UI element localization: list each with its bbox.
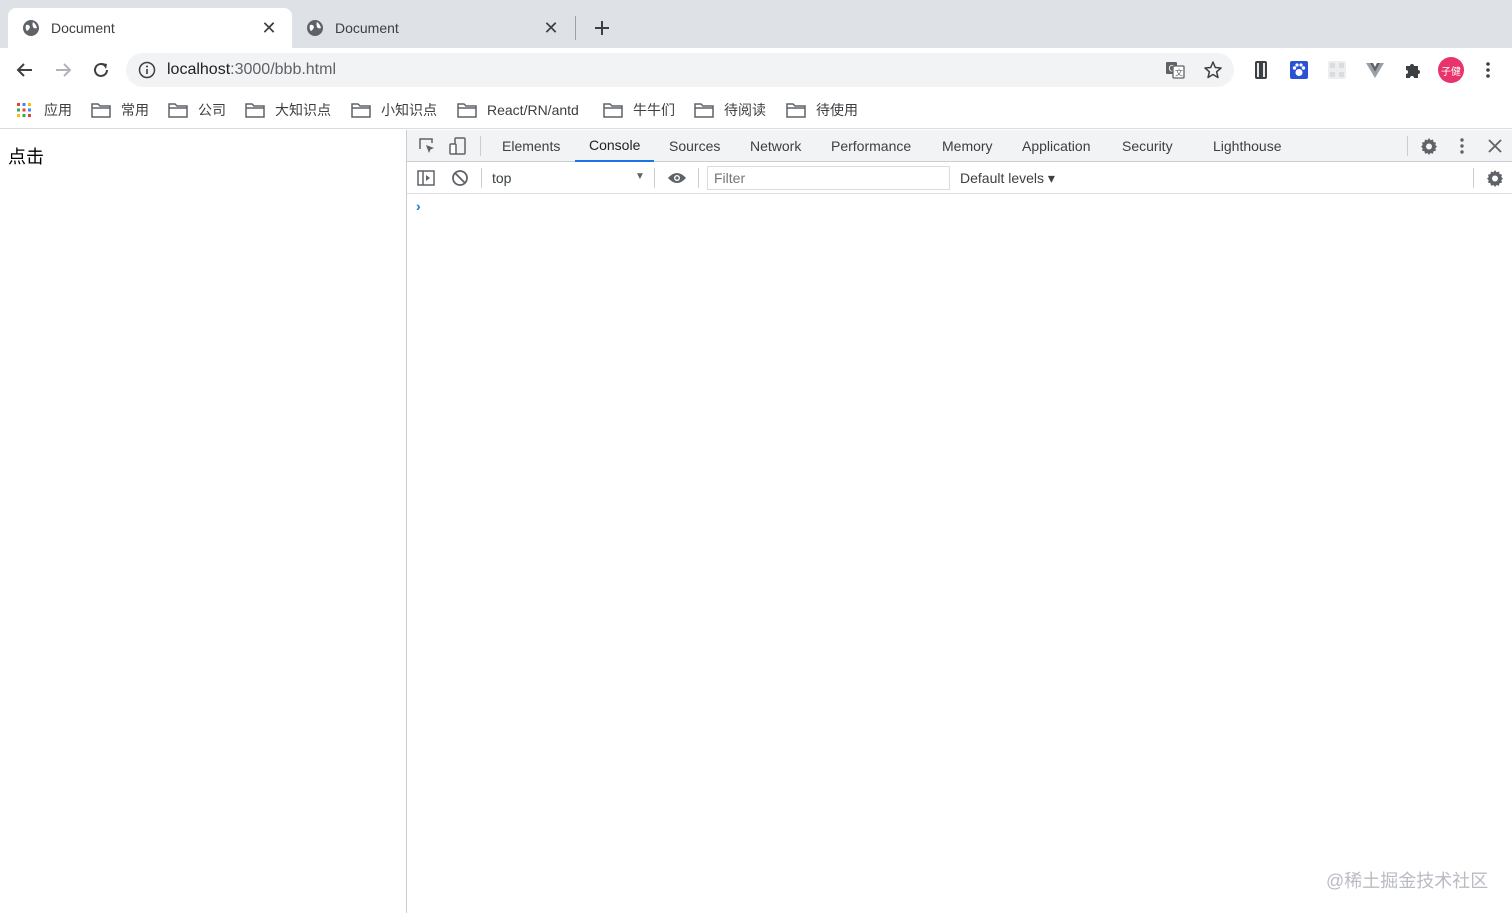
- live-expression-eye-icon[interactable]: [666, 167, 688, 189]
- devtools-tab-bar: Elements Console Sources Network Perform…: [407, 130, 1512, 162]
- bookmarks-bar: 应用 常用 公司 大知识点 小知识点 React/RN/antd 牛牛们 待阅读…: [0, 92, 1512, 129]
- bookmark-folder-company[interactable]: 公司: [168, 100, 226, 120]
- toolbar-divider: [1473, 168, 1474, 188]
- console-settings-gear-icon[interactable]: [1484, 167, 1506, 189]
- browser-tab-2[interactable]: Document ✕: [292, 8, 574, 48]
- folder-icon: [603, 102, 623, 118]
- bookmark-folder-common[interactable]: 常用: [91, 100, 149, 120]
- bookmark-label: React/RN/antd: [487, 102, 579, 118]
- bookmark-folder-to-use[interactable]: 待使用: [786, 100, 858, 120]
- tab-memory[interactable]: Memory: [942, 130, 993, 162]
- tab-sources[interactable]: Sources: [669, 130, 720, 162]
- folder-icon: [245, 102, 265, 118]
- tab-title: Document: [335, 20, 399, 36]
- bookmark-label: 待阅读: [724, 102, 766, 118]
- tab-console[interactable]: Console: [575, 130, 655, 162]
- browser-tab-1[interactable]: Document ✕: [8, 8, 292, 48]
- close-devtools-icon[interactable]: [1484, 135, 1506, 157]
- context-selector[interactable]: top: [492, 170, 511, 186]
- back-button[interactable]: [11, 56, 39, 84]
- close-tab-icon[interactable]: ✕: [542, 18, 560, 38]
- settings-gear-icon[interactable]: [1418, 135, 1440, 157]
- toolbar-divider: [698, 168, 699, 188]
- bookmark-folder-react[interactable]: React/RN/antd: [457, 100, 579, 120]
- translate-icon[interactable]: G文: [1164, 59, 1186, 81]
- more-menu-icon[interactable]: [1476, 58, 1500, 82]
- address-bar[interactable]: localhost:3000/bbb.html G文: [126, 53, 1234, 87]
- bookmark-folder-experts[interactable]: 牛牛们: [603, 100, 675, 120]
- console-filter-input[interactable]: [707, 166, 950, 190]
- tab-application[interactable]: Application: [1022, 130, 1091, 162]
- toolbar-divider: [480, 136, 481, 156]
- globe-icon: [22, 19, 40, 37]
- devtools-panel: Elements Console Sources Network Perform…: [407, 130, 1512, 913]
- folder-icon: [786, 102, 806, 118]
- browser-toolbar: localhost:3000/bbb.html G文 子健: [0, 48, 1512, 92]
- log-levels-dropdown[interactable]: Default levels ▾: [960, 170, 1055, 187]
- page-viewport: 点击: [0, 130, 406, 913]
- tab-security[interactable]: Security: [1122, 130, 1173, 162]
- bookmark-label: 牛牛们: [633, 102, 675, 118]
- tab-title: Document: [51, 20, 115, 36]
- url-text[interactable]: localhost:3000/bbb.html: [167, 61, 336, 79]
- show-sidebar-icon[interactable]: [415, 167, 437, 189]
- extension-phone-icon[interactable]: [1249, 58, 1273, 82]
- info-icon[interactable]: [138, 61, 156, 79]
- new-tab-button[interactable]: [588, 14, 616, 42]
- tab-lighthouse[interactable]: Lighthouse: [1213, 130, 1282, 162]
- svg-text:文: 文: [1175, 68, 1183, 78]
- bookmark-label: 应用: [44, 102, 72, 118]
- folder-icon: [351, 102, 371, 118]
- devtools-more-icon[interactable]: [1451, 135, 1473, 157]
- forward-button[interactable]: [49, 56, 77, 84]
- url-host: localhost: [167, 61, 231, 78]
- bookmark-folder-small-knowledge[interactable]: 小知识点: [351, 100, 437, 120]
- bookmark-label: 小知识点: [381, 102, 437, 118]
- toolbar-divider: [481, 168, 482, 188]
- extension-grid-icon[interactable]: [1325, 58, 1349, 82]
- tab-network[interactable]: Network: [750, 130, 801, 162]
- console-prompt[interactable]: ›: [416, 198, 421, 214]
- watermark: @稀土掘金技术社区: [1326, 871, 1489, 891]
- page-click-text[interactable]: 点击: [8, 143, 44, 169]
- bookmark-star-icon[interactable]: [1202, 59, 1224, 81]
- device-toolbar-icon[interactable]: [447, 135, 469, 157]
- extensions-puzzle-icon[interactable]: [1401, 58, 1425, 82]
- folder-icon: [694, 102, 714, 118]
- apps-grid-icon: [14, 102, 34, 118]
- globe-icon: [306, 19, 324, 37]
- extension-vue-icon[interactable]: [1363, 58, 1387, 82]
- folder-icon: [91, 102, 111, 118]
- extension-paw-icon[interactable]: [1287, 58, 1311, 82]
- tab-elements[interactable]: Elements: [502, 130, 560, 162]
- folder-icon: [457, 102, 477, 118]
- clear-console-icon[interactable]: [449, 167, 471, 189]
- tab-strip: Document ✕ Document ✕: [0, 0, 1512, 48]
- bookmark-folder-to-read[interactable]: 待阅读: [694, 100, 766, 120]
- bookmark-label: 常用: [121, 102, 149, 118]
- tab-divider: [575, 16, 576, 40]
- toolbar-divider: [654, 168, 655, 188]
- bookmark-label: 待使用: [816, 102, 858, 118]
- reload-button[interactable]: [87, 56, 115, 84]
- bookmark-label: 公司: [198, 102, 226, 118]
- inspect-element-icon[interactable]: [416, 135, 438, 157]
- bookmark-label: 大知识点: [275, 102, 331, 118]
- bookmark-apps[interactable]: 应用: [14, 100, 72, 120]
- profile-avatar[interactable]: 子健: [1438, 57, 1464, 83]
- close-tab-icon[interactable]: ✕: [260, 18, 278, 38]
- dropdown-arrow-icon[interactable]: ▼: [635, 171, 645, 182]
- url-path: :3000/bbb.html: [230, 61, 337, 78]
- tab-performance[interactable]: Performance: [831, 130, 911, 162]
- console-toolbar: top ▼ Default levels ▾: [407, 162, 1512, 194]
- folder-icon: [168, 102, 188, 118]
- bookmark-folder-big-knowledge[interactable]: 大知识点: [245, 100, 331, 120]
- toolbar-divider: [1407, 136, 1408, 156]
